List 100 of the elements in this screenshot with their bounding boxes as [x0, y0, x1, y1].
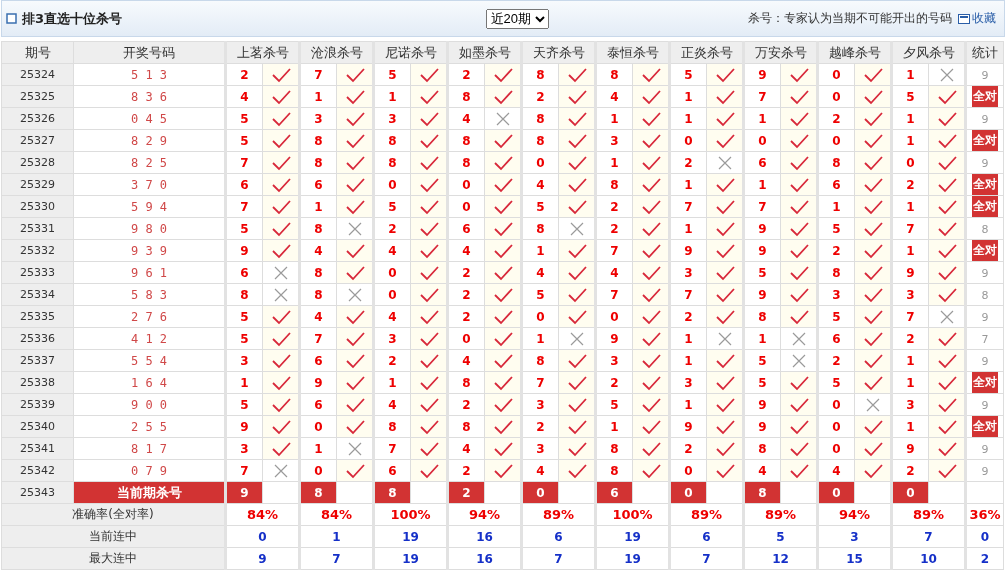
summary-value: 89% — [891, 503, 966, 526]
column-header: 如墨杀号 — [447, 41, 522, 64]
all-correct-badge: 全对 — [972, 174, 998, 195]
current-kill-number: 0 — [521, 481, 559, 504]
period-cell: 25335 — [1, 305, 74, 328]
period-cell: 25336 — [1, 327, 74, 350]
summary-value: 100% — [595, 503, 670, 526]
favorite-link[interactable]: 收藏 — [958, 10, 996, 27]
summary-value: 89% — [743, 503, 818, 526]
kill-number-cell: 1 — [521, 327, 559, 350]
kill-number-cell: 5 — [743, 349, 781, 372]
summary-value: 7 — [669, 547, 744, 570]
all-correct-badge: 全对 — [972, 372, 998, 393]
summary-value: 89% — [669, 503, 744, 526]
all-correct-badge: 全对 — [972, 196, 998, 217]
square-icon — [6, 13, 17, 24]
summary-value: 7 — [891, 525, 966, 548]
summary-value: 6 — [521, 525, 596, 548]
summary-value: 16 — [447, 525, 522, 548]
column-header: 泰恒杀号 — [595, 41, 670, 64]
summary-value: 1 — [299, 525, 374, 548]
period-cell: 25324 — [1, 63, 74, 86]
kill-note: 杀号：专家认为当期不可能开出的号码 — [748, 10, 952, 27]
kill-number-cell: 8 — [225, 283, 263, 306]
summary-value: 2 — [965, 547, 1004, 570]
summary-value: 10 — [891, 547, 966, 570]
current-kill-number: 0 — [669, 481, 707, 504]
column-header: 上茗杀号 — [225, 41, 300, 64]
kill-number-cell: 1 — [891, 63, 929, 86]
hit-count: 8 — [981, 222, 989, 236]
period-cell: 25343 — [1, 481, 74, 504]
kill-number-cell: 4 — [447, 107, 485, 130]
hit-count: 7 — [981, 332, 989, 346]
current-kill-number: 6 — [595, 481, 633, 504]
column-header: 夕风杀号 — [891, 41, 966, 64]
period-cell: 25332 — [1, 239, 74, 262]
column-header: 万安杀号 — [743, 41, 818, 64]
period-cell: 25331 — [1, 217, 74, 240]
summary-value: 94% — [447, 503, 522, 526]
period-cell: 25329 — [1, 173, 74, 196]
summary-label: 最大连中 — [1, 547, 226, 570]
hit-count: 8 — [981, 288, 989, 302]
period-cell: 25338 — [1, 371, 74, 394]
hit-count: 9 — [981, 266, 989, 280]
kill-number-cell: 1 — [299, 437, 337, 460]
summary-value: 19 — [595, 547, 670, 570]
hit-count: 9 — [981, 354, 989, 368]
all-correct-badge: 全对 — [972, 86, 998, 107]
hit-count: 9 — [981, 464, 989, 478]
summary-value: 5 — [743, 525, 818, 548]
column-header: 尼诺杀号 — [373, 41, 448, 64]
kill-number-cell: 1 — [743, 327, 781, 350]
period-cell: 25328 — [1, 151, 74, 174]
summary-value: 84% — [299, 503, 374, 526]
column-header: 天齐杀号 — [521, 41, 596, 64]
summary-value: 3 — [817, 525, 892, 548]
current-kill-label: 当前期杀号 — [73, 481, 226, 504]
hit-count: 9 — [981, 442, 989, 456]
summary-label: 当前连中 — [1, 525, 226, 548]
summary-value: 84% — [225, 503, 300, 526]
summary-value: 100% — [373, 503, 448, 526]
summary-value: 6 — [669, 525, 744, 548]
all-correct-badge: 全对 — [972, 240, 998, 261]
current-kill-number: 0 — [891, 481, 929, 504]
hit-count: 9 — [981, 310, 989, 324]
summary-value: 7 — [521, 547, 596, 570]
kill-number-cell: 8 — [299, 283, 337, 306]
column-header: 越峰杀号 — [817, 41, 892, 64]
current-kill-number: 8 — [373, 481, 411, 504]
summary-value: 12 — [743, 547, 818, 570]
summary-value: 19 — [373, 525, 448, 548]
current-kill-number: 8 — [743, 481, 781, 504]
column-header: 统计 — [965, 41, 1004, 64]
bookmark-icon — [958, 13, 970, 24]
kill-number-cell: 0 — [817, 393, 855, 416]
all-correct-badge: 全对 — [972, 130, 998, 151]
summary-value: 16 — [447, 547, 522, 570]
hit-count: 9 — [981, 112, 989, 126]
kill-number-cell: 2 — [669, 151, 707, 174]
period-cell: 25326 — [1, 107, 74, 130]
period-cell: 25333 — [1, 261, 74, 284]
current-kill-number: 9 — [225, 481, 263, 504]
column-header: 正炎杀号 — [669, 41, 744, 64]
period-cell: 25330 — [1, 195, 74, 218]
summary-value: 19 — [595, 525, 670, 548]
kill-number-cell: 7 — [891, 305, 929, 328]
period-cell: 25341 — [1, 437, 74, 460]
summary-value: 15 — [817, 547, 892, 570]
column-header: 沧浪杀号 — [299, 41, 374, 64]
summary-value: 19 — [373, 547, 448, 570]
summary-value: 0 — [225, 525, 300, 548]
kill-number-cell: 1 — [669, 327, 707, 350]
period-cell: 25325 — [1, 85, 74, 108]
period-dropdown[interactable]: 近20期 — [485, 8, 549, 29]
summary-value: 0 — [965, 525, 1004, 548]
summary-label: 准确率(全对率) — [1, 503, 226, 526]
period-cell: 25337 — [1, 349, 74, 372]
column-header: 期号 — [1, 41, 74, 64]
kill-number-cell: 8 — [299, 217, 337, 240]
page-title: 排3直选十位杀号 — [22, 9, 123, 28]
